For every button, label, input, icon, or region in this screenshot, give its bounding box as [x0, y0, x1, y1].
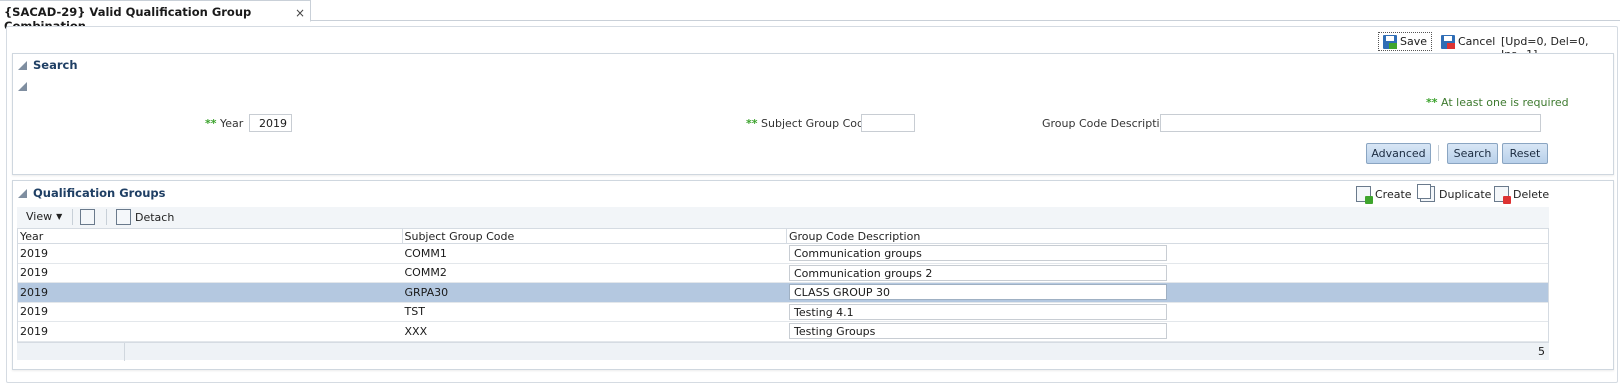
edit-row-button[interactable]	[80, 209, 95, 225]
close-icon[interactable]: ×	[295, 6, 305, 20]
year-required-marker: **	[205, 117, 217, 130]
delete-icon	[1494, 186, 1511, 204]
year-input[interactable]: 2019	[249, 114, 292, 132]
table-row[interactable]: 2019 TST Testing 4.1	[18, 303, 1548, 322]
advanced-button[interactable]: Advanced	[1366, 143, 1431, 164]
table-footer: 5	[17, 342, 1549, 361]
required-marker: **	[1426, 96, 1438, 109]
group-code-description-cell-input[interactable]: Testing Groups	[789, 323, 1167, 340]
cancel-icon	[1441, 34, 1455, 49]
delete-label: Delete	[1513, 187, 1550, 201]
subject-group-code-label: ** Subject Group Code	[746, 117, 871, 130]
cell-subject-group-code: COMM1	[404, 246, 447, 260]
qualification-groups-table: Year Subject Group Code Group Code Descr…	[17, 228, 1549, 343]
create-icon	[1356, 186, 1373, 204]
duplicate-label: Duplicate	[1439, 187, 1492, 201]
group-code-description-cell-input[interactable]: Communication groups 2	[789, 264, 1167, 281]
view-menu[interactable]: View ▼	[26, 210, 62, 223]
create-label: Create	[1375, 187, 1412, 201]
group-code-description-cell-input[interactable]: CLASS GROUP 30	[789, 284, 1167, 301]
save-icon	[1383, 34, 1397, 49]
required-note-text: At least one is required	[1441, 96, 1569, 109]
toolbar-separator	[72, 209, 73, 225]
collapse-search-icon[interactable]	[18, 61, 27, 70]
column-header-group-code-description[interactable]: Group Code Description	[787, 229, 1548, 243]
year-label-text: Year	[220, 117, 244, 130]
toolbar-separator-2	[106, 209, 107, 225]
cell-group-code-description: CLASS GROUP 30	[787, 284, 1548, 301]
table-toolbar	[17, 207, 1549, 228]
tab-valid-qualification-group[interactable]: {SACAD-29} Valid Qualification Group Com…	[0, 0, 311, 33]
search-button[interactable]: Search	[1447, 143, 1498, 164]
tab-bar: {SACAD-29} Valid Qualification Group Com…	[0, 0, 1620, 33]
qualification-groups-title: Qualification Groups	[33, 186, 166, 200]
cell-subject-group-code: XXX	[404, 324, 428, 338]
edit-row-icon	[80, 209, 95, 225]
cell-group-code-description: Testing 4.1	[787, 303, 1548, 320]
detach-icon	[116, 209, 131, 225]
group-code-description-cell-input[interactable]: Testing 4.1	[789, 303, 1167, 320]
column-header-year[interactable]: Year	[18, 229, 403, 243]
cell-year: 2019	[20, 246, 48, 260]
cell-group-code-description: Communication groups	[787, 245, 1548, 262]
cell-year: 2019	[20, 285, 48, 299]
cell-group-code-description: Communication groups 2	[787, 264, 1548, 281]
table-row[interactable]: 2019 XXX Testing Groups	[18, 322, 1548, 342]
table-row[interactable]: 2019 COMM2 Communication groups 2	[18, 264, 1548, 283]
delete-button[interactable]: Delete	[1494, 186, 1550, 204]
duplicate-button[interactable]: Duplicate	[1417, 184, 1492, 202]
save-button[interactable]: Save	[1378, 32, 1433, 51]
create-button[interactable]: Create	[1356, 186, 1412, 204]
table-row[interactable]: 2019 COMM1 Communication groups	[18, 244, 1548, 264]
subject-group-code-label-text: Subject Group Code	[761, 117, 871, 130]
subject-group-code-required-marker: **	[746, 117, 758, 130]
duplicate-icon	[1417, 184, 1435, 202]
table-header: Year Subject Group Code Group Code Descr…	[18, 229, 1548, 244]
year-label: ** Year	[205, 117, 243, 130]
row-count: 5	[1538, 345, 1545, 358]
chevron-down-icon: ▼	[56, 212, 63, 221]
detach-button[interactable]: Detach	[116, 209, 174, 225]
cell-year: 2019	[20, 266, 48, 280]
subject-group-code-input[interactable]	[861, 114, 915, 132]
cancel-label: Cancel	[1458, 35, 1496, 48]
cell-subject-group-code: TST	[404, 305, 425, 319]
cell-subject-group-code: COMM2	[404, 266, 447, 280]
group-code-description-input[interactable]	[1160, 114, 1541, 132]
cell-year: 2019	[20, 305, 48, 319]
detach-label: Detach	[135, 210, 175, 224]
search-title: Search	[33, 58, 78, 72]
cell-year: 2019	[20, 324, 48, 338]
save-label: Save	[1400, 35, 1428, 48]
required-note: ** At least one is required	[1426, 96, 1569, 109]
table-body: 2019 COMM1 Communication groups 2019 COMM2 Co…	[18, 244, 1548, 342]
view-label: View	[26, 210, 53, 223]
button-separator	[1438, 145, 1439, 161]
cancel-button[interactable]: Cancel	[1438, 32, 1498, 51]
cell-subject-group-code: GRPA30	[404, 285, 449, 299]
table-row[interactable]: 2019 GRPA30 CLASS GROUP 30	[18, 283, 1548, 303]
collapse-qualification-groups-icon[interactable]	[18, 189, 27, 198]
cell-group-code-description: Testing Groups	[787, 323, 1548, 340]
footer-divider	[124, 343, 125, 361]
reset-button[interactable]: Reset	[1502, 143, 1548, 164]
group-code-description-label: Group Code Description	[1042, 117, 1174, 130]
group-code-description-cell-input[interactable]: Communication groups	[789, 245, 1167, 262]
column-header-subject-group-code[interactable]: Subject Group Code	[403, 229, 787, 243]
collapse-subsection-icon[interactable]	[18, 82, 27, 91]
